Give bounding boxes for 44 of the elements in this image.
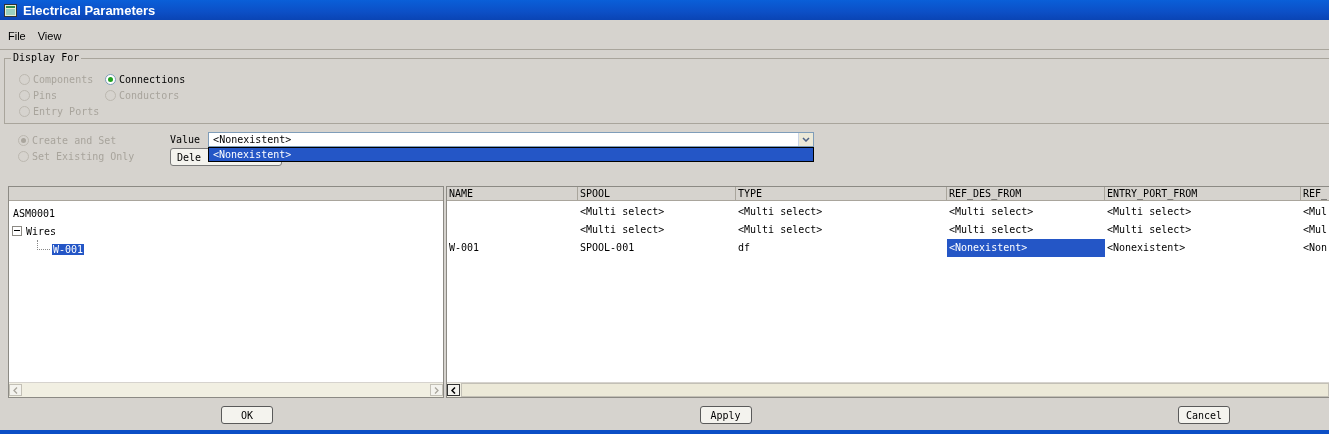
dialog-button[interactable]: Cancel [1178, 406, 1230, 424]
column-header[interactable]: REF_DES_FROM [947, 187, 1105, 200]
table-cell[interactable]: <Multi select> [947, 203, 1105, 221]
table-cell[interactable]: <Multi select> [1105, 203, 1301, 221]
tree-item[interactable]: W-001 [52, 243, 85, 255]
table-cell[interactable]: <Mul [1301, 203, 1329, 221]
window-title: Electrical Parameters [23, 2, 156, 18]
tree-item[interactable]: Wires [25, 225, 58, 237]
column-header[interactable]: SPOOL [578, 187, 736, 200]
table-cell[interactable]: <Nonexistent> [947, 239, 1105, 257]
dialog-button[interactable]: OK [221, 406, 273, 424]
menu-item[interactable]: View [31, 30, 68, 42]
horizontal-scrollbar[interactable] [9, 382, 443, 397]
table-cell[interactable]: <Non [1301, 239, 1329, 257]
dialog-button[interactable]: Apply [699, 406, 752, 424]
table-cell[interactable]: W-001 [447, 239, 578, 257]
radio-label: Connections [119, 73, 186, 85]
table-cell[interactable]: SPOOL-001 [578, 239, 736, 257]
window-icon [4, 3, 17, 17]
column-header[interactable]: REF_ [1301, 187, 1329, 200]
menu-item[interactable]: File [2, 30, 32, 42]
table-cell[interactable]: <Multi select> [736, 221, 947, 239]
field-label: Value [170, 133, 201, 145]
column-header[interactable]: NAME [447, 187, 578, 200]
table-cell[interactable]: <Multi select> [1105, 221, 1301, 239]
tree-line [37, 239, 50, 250]
table-cell[interactable]: <Multi select> [947, 221, 1105, 239]
table-cell[interactable]: <Multi select> [578, 221, 736, 239]
table-cell[interactable]: <Mul [1301, 221, 1329, 239]
dropdown-option[interactable]: <Nonexistent> [209, 148, 813, 161]
tree-item[interactable]: ASM0001 [12, 207, 57, 219]
value-dropdown[interactable]: <Nonexistent> [208, 131, 815, 147]
column-header[interactable]: ENTRY_PORT_FROM [1105, 187, 1301, 200]
table-cell[interactable]: <Multi select> [736, 203, 947, 221]
table-cell[interactable]: <Multi select> [578, 203, 736, 221]
radio-button[interactable] [105, 73, 116, 85]
table-cell[interactable]: df [736, 239, 947, 257]
column-header[interactable]: TYPE [736, 187, 947, 200]
expander-icon[interactable] [12, 226, 22, 236]
table-cell[interactable]: <Nonexistent> [1105, 239, 1301, 257]
scroll-right-icon[interactable] [434, 386, 439, 394]
chevron-down-icon [802, 136, 811, 142]
group-label: Display For [11, 52, 82, 63]
scroll-left-icon[interactable] [451, 386, 456, 394]
